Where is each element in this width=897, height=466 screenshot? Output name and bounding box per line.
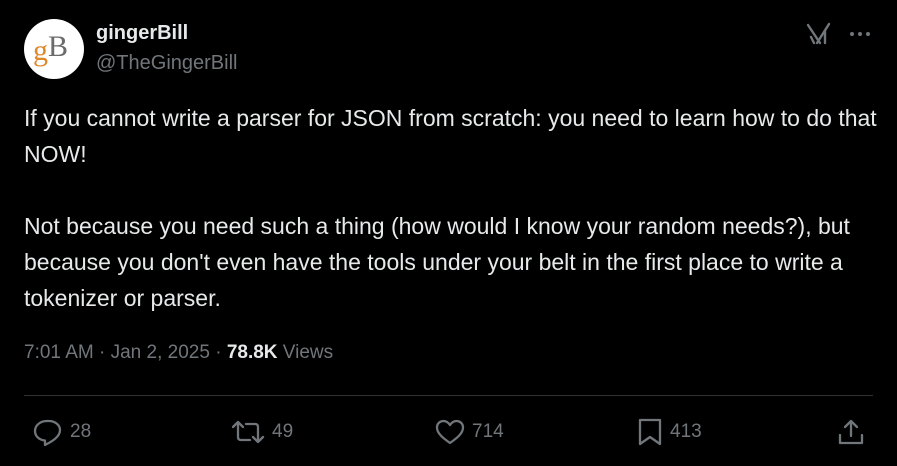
views-label: Views xyxy=(282,342,334,363)
bookmark-button[interactable]: 413 xyxy=(636,416,702,448)
meta-separator: · xyxy=(215,342,222,363)
like-count: 714 xyxy=(472,421,504,442)
tweet-paragraph-1: If you cannot write a parser for JSON fr… xyxy=(24,105,877,167)
author-handle[interactable]: @TheGingerBill xyxy=(96,52,237,75)
avatar-logo: g B xyxy=(33,30,68,67)
share-icon xyxy=(836,417,866,447)
views-count[interactable]: 78.8K xyxy=(227,342,278,363)
tweet-meta: 7:01 AM · Jan 2, 2025 · 78.8K Views xyxy=(24,342,333,364)
reply-button[interactable]: 28 xyxy=(32,416,91,448)
tweet-paragraph-2: Not because you need such a thing (how w… xyxy=(24,213,850,311)
repost-button[interactable]: 49 xyxy=(230,416,293,448)
tweet-text: If you cannot write a parser for JSON fr… xyxy=(24,100,879,316)
avatar[interactable]: g B xyxy=(24,19,84,79)
avatar-letter-g: g xyxy=(33,34,48,67)
share-button[interactable] xyxy=(836,416,866,448)
bookmark-icon xyxy=(636,417,664,447)
avatar-letter-b: B xyxy=(48,30,68,63)
reply-count: 28 xyxy=(70,421,92,442)
repost-count: 49 xyxy=(272,421,294,442)
reply-icon xyxy=(32,417,64,447)
tweet-card: g B gingerBill @TheGingerBill If you can… xyxy=(0,0,897,466)
divider xyxy=(24,395,873,396)
more-options-icon[interactable] xyxy=(848,24,872,44)
tweet-time[interactable]: 7:01 AM xyxy=(24,342,94,363)
author-display-name[interactable]: gingerBill xyxy=(96,22,188,45)
like-button[interactable]: 714 xyxy=(434,416,504,448)
bookmark-count: 413 xyxy=(670,421,702,442)
tweet-date[interactable]: Jan 2, 2025 xyxy=(111,342,210,363)
meta-separator: · xyxy=(99,342,106,363)
repost-icon xyxy=(230,417,266,447)
grok-icon[interactable] xyxy=(806,22,832,46)
heart-icon xyxy=(434,417,466,447)
